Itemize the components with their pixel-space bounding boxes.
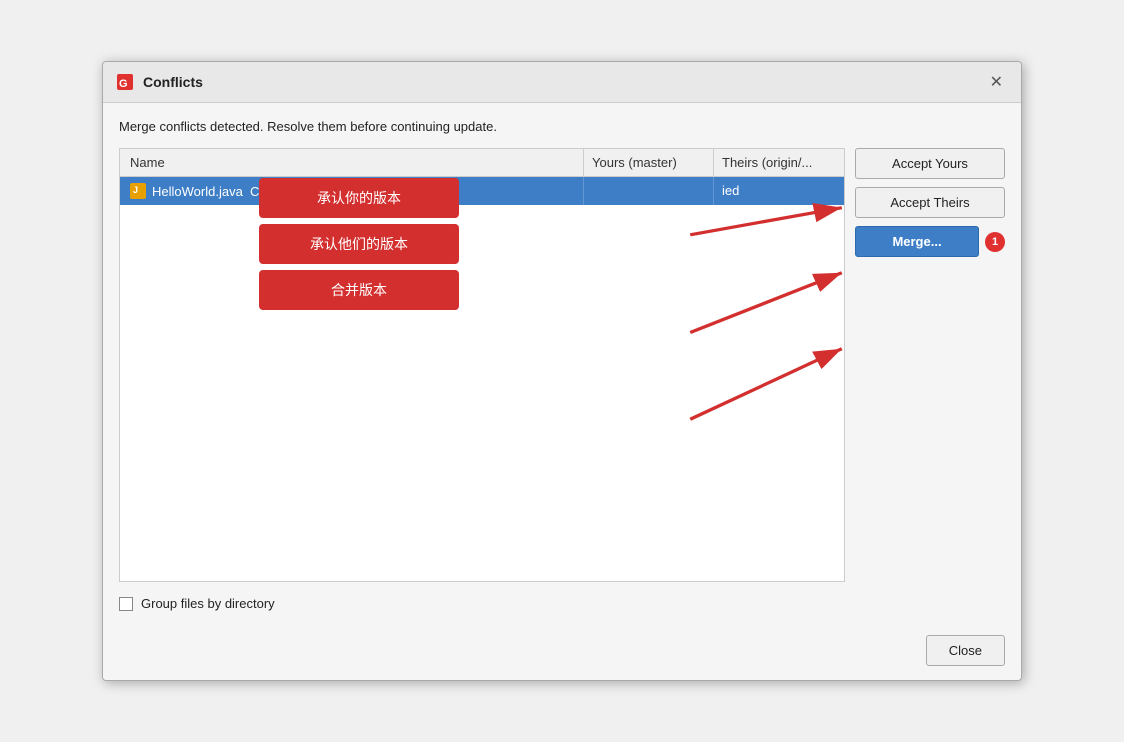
window-close-button[interactable]: ✕ xyxy=(984,70,1009,94)
title-bar: G Conflicts ✕ xyxy=(103,62,1021,103)
col-header-yours: Yours (master) xyxy=(584,149,714,176)
col-header-theirs: Theirs (origin/... xyxy=(714,149,844,176)
title-bar-left: G Conflicts xyxy=(115,72,203,92)
close-button[interactable]: Close xyxy=(926,635,1005,666)
tooltip-container: 承认你的版本 承认他们的版本 合并版本 xyxy=(259,178,459,310)
dialog-body: Merge conflicts detected. Resolve them b… xyxy=(103,103,1021,582)
group-files-label: Group files by directory xyxy=(141,596,275,611)
content-area: Name Yours (master) Theirs (origin/... H… xyxy=(119,148,1005,582)
merge-badge: 1 xyxy=(985,232,1005,252)
table-row[interactable]: HelloWorld.java C:\Users\wangc\IdeaProje… xyxy=(120,177,844,205)
merge-button-container: Merge... 1 xyxy=(855,226,1005,257)
tooltip-accept-yours: 承认你的版本 xyxy=(259,178,459,218)
action-buttons: Accept Yours Accept Theirs Merge... 1 xyxy=(855,148,1005,582)
conflicts-dialog: G Conflicts ✕ Merge conflicts detected. … xyxy=(102,61,1022,681)
footer: Close xyxy=(103,625,1021,680)
tooltip-merge: 合并版本 xyxy=(259,270,459,310)
java-file-icon xyxy=(130,183,146,199)
col-header-name: Name xyxy=(120,149,584,176)
accept-theirs-button[interactable]: Accept Theirs xyxy=(855,187,1005,218)
theirs-cell: ied xyxy=(714,177,844,205)
file-table: Name Yours (master) Theirs (origin/... H… xyxy=(119,148,845,582)
bottom-bar: Group files by directory xyxy=(103,582,1021,625)
dialog-title: Conflicts xyxy=(143,74,203,90)
merge-button[interactable]: Merge... xyxy=(855,226,979,257)
subtitle-text: Merge conflicts detected. Resolve them b… xyxy=(119,119,1005,134)
accept-yours-button[interactable]: Accept Yours xyxy=(855,148,1005,179)
app-icon: G xyxy=(115,72,135,92)
tooltip-accept-theirs: 承认他们的版本 xyxy=(259,224,459,264)
svg-text:G: G xyxy=(119,78,128,90)
table-header: Name Yours (master) Theirs (origin/... xyxy=(120,149,844,177)
yours-cell xyxy=(584,177,714,205)
group-files-checkbox[interactable] xyxy=(119,597,133,611)
